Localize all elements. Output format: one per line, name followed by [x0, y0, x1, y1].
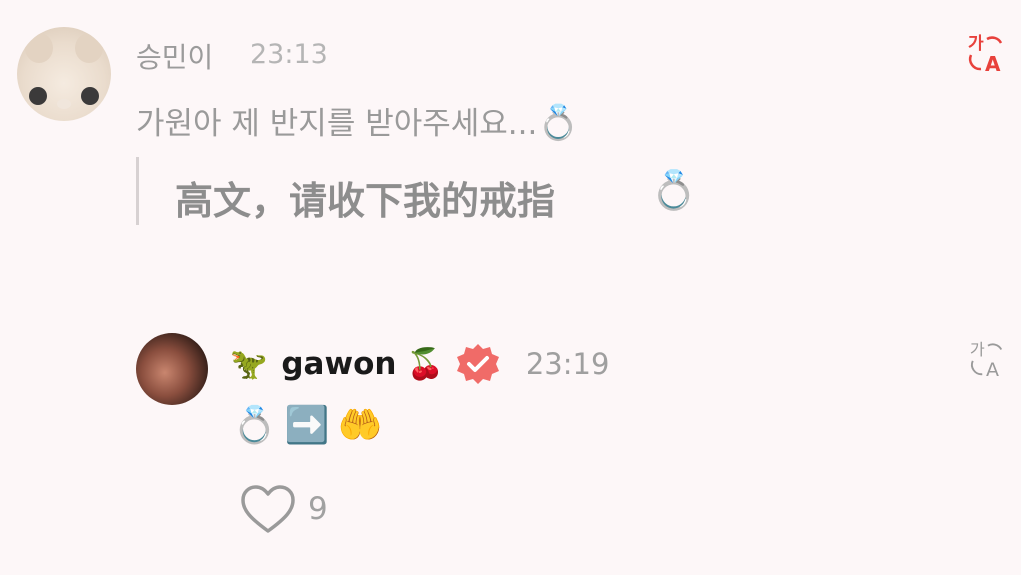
- svg-text:가: 가: [968, 34, 984, 54]
- translation-quote-bar: [136, 157, 139, 225]
- commenter-avatar[interactable]: [17, 27, 111, 121]
- right-arrow-emoji: ➡️: [284, 405, 330, 446]
- reply-timestamp: 23:19: [525, 347, 610, 381]
- comment-text: 가원아 제 반지를 받아주세요...💍: [136, 98, 580, 143]
- translate-icon[interactable]: 가 A: [965, 33, 1007, 73]
- avatar-ear: [25, 33, 53, 63]
- reply-avatar[interactable]: [136, 333, 208, 405]
- reply-text: 💍 ➡️ 🤲: [232, 404, 390, 446]
- svg-text:A: A: [985, 52, 1001, 73]
- dinosaur-emoji: 🦖: [230, 346, 268, 382]
- reply-header: 🦖 gawon 🍒 23:19: [230, 342, 609, 386]
- ring-emoji: 💍: [650, 168, 698, 212]
- comment-timestamp: 23:13: [250, 39, 328, 70]
- palms-up-emoji: 🤲: [337, 405, 383, 446]
- svg-text:가: 가: [970, 340, 985, 359]
- translate-icon[interactable]: 가 A: [967, 340, 1007, 378]
- comment-translation: 高文，请收下我的戒指: [175, 179, 556, 223]
- avatar-ear: [75, 33, 103, 63]
- cherry-emoji: 🍒: [406, 346, 444, 382]
- svg-text:A: A: [986, 359, 999, 378]
- comment-author-name[interactable]: 승민이: [136, 36, 213, 76]
- like-count: 9: [308, 491, 328, 527]
- comment-text-body: 가원아 제 반지를 받아주세요...: [136, 106, 538, 142]
- reply-author-name[interactable]: gawon: [281, 346, 396, 382]
- ring-emoji: 💍: [537, 103, 580, 143]
- avatar-nose: [57, 99, 71, 109]
- avatar-eye: [81, 87, 99, 105]
- heart-icon[interactable]: [240, 484, 296, 536]
- verified-badge-icon: [456, 344, 499, 384]
- ring-emoji: 💍: [232, 405, 277, 446]
- avatar-eye: [29, 87, 47, 105]
